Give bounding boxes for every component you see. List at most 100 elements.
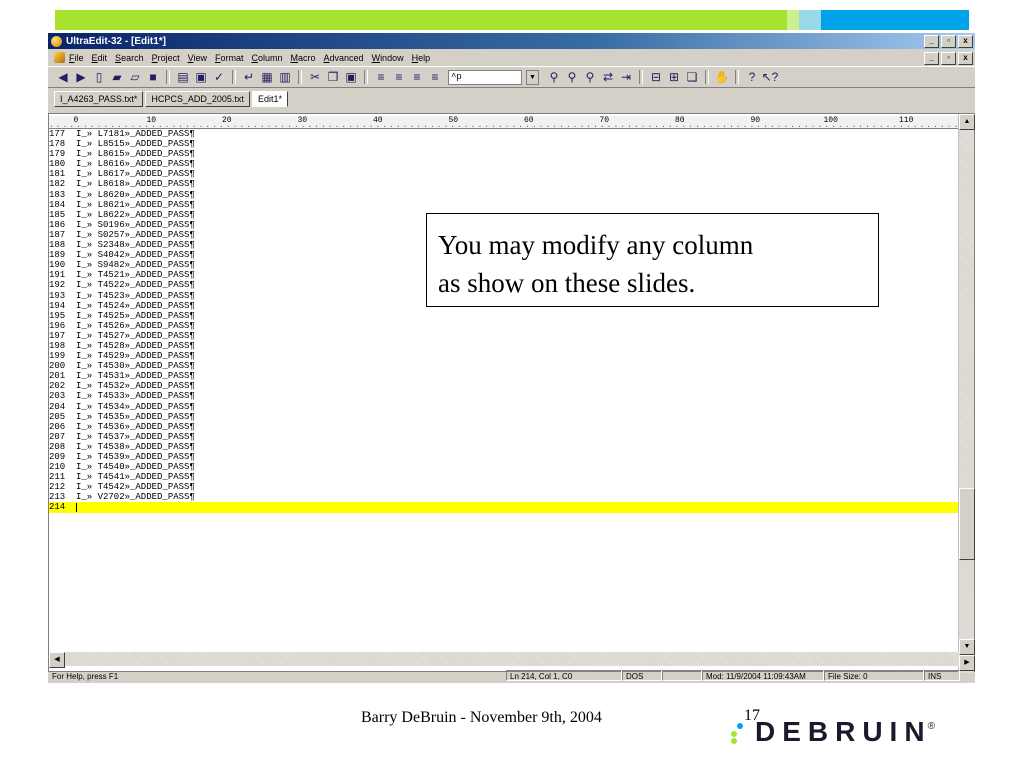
title-bar[interactable]: UltraEdit-32 - [Edit1*] _ ▫ x — [48, 33, 975, 49]
spell-check-icon[interactable]: ✓ — [210, 69, 228, 85]
editor-line[interactable]: 202 I_» T4532»_ADDED_PASS¶ — [49, 381, 959, 391]
minimize-button[interactable]: _ — [924, 35, 939, 48]
editor-line[interactable]: 198 I_» T4528»_ADDED_PASS¶ — [49, 341, 959, 351]
scroll-down-button[interactable]: ▼ — [959, 639, 975, 655]
editor-line[interactable]: 195 I_» T4525»_ADDED_PASS¶ — [49, 311, 959, 321]
vertical-scrollbar[interactable]: ▲ ▼ ▶ — [958, 114, 975, 673]
find-prev-icon[interactable]: ⚲ — [581, 69, 599, 85]
menu-help[interactable]: Help — [412, 53, 431, 63]
horizontal-scrollbar[interactable]: ◀ — [49, 652, 959, 668]
editor-line[interactable]: 213 I_» V2702»_ADDED_PASS¶ — [49, 492, 959, 502]
justify-icon[interactable]: ≡ — [426, 69, 444, 85]
line-number: 202 — [49, 381, 66, 392]
editor-line[interactable]: 180 I_» L8616»_ADDED_PASS¶ — [49, 159, 959, 169]
forward-icon[interactable]: ▶ — [72, 69, 90, 85]
tab-edit1[interactable]: Edit1* — [251, 91, 288, 107]
line-number: 212 — [49, 482, 66, 493]
editor-line[interactable]: 183 I_» L8620»_ADDED_PASS¶ — [49, 190, 959, 200]
editor-line[interactable]: 210 I_» T4540»_ADDED_PASS¶ — [49, 462, 959, 472]
paste-icon[interactable]: ▣ — [342, 69, 360, 85]
align-right-icon[interactable]: ≡ — [408, 69, 426, 85]
scroll-up-button[interactable]: ▲ — [959, 114, 975, 130]
editor-pane[interactable]: 0102030405060708090100110120............… — [48, 113, 975, 673]
find-next-icon[interactable]: ⚲ — [563, 69, 581, 85]
align-center-icon[interactable]: ≡ — [390, 69, 408, 85]
line-number: 183 — [49, 189, 66, 200]
doc-restore-button[interactable]: ▫ — [941, 52, 956, 65]
split-horizontal-icon[interactable]: ⊟ — [647, 69, 665, 85]
goto-icon[interactable]: ⇥ — [617, 69, 635, 85]
editor-line[interactable]: 184 I_» L8621»_ADDED_PASS¶ — [49, 200, 959, 210]
hex-edit-icon[interactable]: ▦ — [258, 69, 276, 85]
help-icon[interactable]: ? — [743, 69, 761, 85]
editor-line[interactable]: 201 I_» T4531»_ADDED_PASS¶ — [49, 371, 959, 381]
editor-lines[interactable]: 177 I_» L7181»_ADDED_PASS¶ 178 I_» L8515»_A… — [49, 129, 959, 513]
editor-line[interactable]: 182 I_» L8618»_ADDED_PASS¶ — [49, 179, 959, 189]
editor-line[interactable]: 209 I_» T4539»_ADDED_PASS¶ — [49, 452, 959, 462]
chevron-down-icon[interactable]: ▼ — [526, 69, 539, 85]
maximize-button[interactable]: ▫ — [941, 35, 956, 48]
document-icon[interactable] — [54, 52, 65, 63]
close-button[interactable]: x — [958, 35, 973, 48]
scroll-thumb[interactable] — [959, 488, 975, 560]
editor-line[interactable]: 179 I_» L8615»_ADDED_PASS¶ — [49, 149, 959, 159]
scroll-left-button[interactable]: ◀ — [49, 652, 65, 668]
open-folder-icon[interactable]: ▰ — [108, 69, 126, 85]
editor-line[interactable]: 181 I_» L8617»_ADDED_PASS¶ — [49, 169, 959, 179]
cascade-icon[interactable]: ❏ — [683, 69, 701, 85]
word-wrap-icon[interactable]: ↵ — [240, 69, 258, 85]
copy-icon[interactable]: ❐ — [324, 69, 342, 85]
context-help-icon[interactable]: ↖? — [761, 69, 779, 85]
line-text: I_» T4540»_ADDED_PASS¶ — [76, 462, 195, 473]
editor-line[interactable]: 196 I_» T4526»_ADDED_PASS¶ — [49, 321, 959, 331]
editor-line[interactable]: 197 I_» T4527»_ADDED_PASS¶ — [49, 331, 959, 341]
editor-line[interactable]: 206 I_» T4536»_ADDED_PASS¶ — [49, 422, 959, 432]
menu-column[interactable]: Column — [251, 53, 282, 63]
editor-line[interactable]: 214 — [49, 502, 959, 513]
editor-line[interactable]: 208 I_» T4538»_ADDED_PASS¶ — [49, 442, 959, 452]
find-icon[interactable]: ⚲ — [545, 69, 563, 85]
menu-search[interactable]: Search — [115, 53, 144, 63]
editor-line[interactable]: 200 I_» T4530»_ADDED_PASS¶ — [49, 361, 959, 371]
tag-list-icon[interactable]: ✋ — [713, 69, 731, 85]
menu-project[interactable]: Project — [152, 53, 180, 63]
align-left-icon[interactable]: ≡ — [372, 69, 390, 85]
search-combo-input[interactable]: ^p — [448, 69, 522, 85]
doc-close-button[interactable]: x — [958, 52, 973, 65]
editor-line[interactable]: 199 I_» T4529»_ADDED_PASS¶ — [49, 351, 959, 361]
slide-footer-text: Barry DeBruin - November 9th, 2004 — [361, 709, 602, 726]
menu-view[interactable]: View — [188, 53, 207, 63]
open-icon[interactable]: ▱ — [126, 69, 144, 85]
line-text: I_» T4528»_ADDED_PASS¶ — [76, 340, 195, 351]
column-mode-icon[interactable]: ▥ — [276, 69, 294, 85]
editor-line[interactable]: 204 I_» T4534»_ADDED_PASS¶ — [49, 402, 959, 412]
tab-hcpcs-add-2005[interactable]: HCPCS_ADD_2005.txt — [145, 91, 250, 107]
editor-line[interactable]: 178 I_» L8515»_ADDED_PASS¶ — [49, 139, 959, 149]
line-number: 192 — [49, 280, 66, 291]
editor-line[interactable]: 205 I_» T4535»_ADDED_PASS¶ — [49, 412, 959, 422]
print-preview-icon[interactable]: ▣ — [192, 69, 210, 85]
editor-line[interactable]: 211 I_» T4541»_ADDED_PASS¶ — [49, 472, 959, 482]
editor-line[interactable]: 212 I_» T4542»_ADDED_PASS¶ — [49, 482, 959, 492]
replace-icon[interactable]: ⇄ — [599, 69, 617, 85]
line-text: I_» T4534»_ADDED_PASS¶ — [76, 401, 195, 412]
menu-advanced[interactable]: Advanced — [324, 53, 364, 63]
doc-minimize-button[interactable]: _ — [924, 52, 939, 65]
editor-line[interactable]: 177 I_» L7181»_ADDED_PASS¶ — [49, 129, 959, 139]
menu-edit[interactable]: Edit — [92, 53, 108, 63]
menu-file[interactable]: File — [69, 53, 84, 63]
menu-format[interactable]: Format — [215, 53, 244, 63]
logo-dot — [731, 738, 737, 744]
new-file-icon[interactable]: ▯ — [90, 69, 108, 85]
save-icon[interactable]: ■ — [144, 69, 162, 85]
tab-i-a4263-pass[interactable]: I_A4263_PASS.txt* — [54, 91, 144, 107]
print-icon[interactable]: ▤ — [174, 69, 192, 85]
back-icon[interactable]: ◀ — [54, 69, 72, 85]
editor-line[interactable]: 203 I_» T4533»_ADDED_PASS¶ — [49, 391, 959, 401]
menu-macro[interactable]: Macro — [291, 53, 316, 63]
line-text: I_» L8515»_ADDED_PASS¶ — [76, 139, 195, 150]
split-vertical-icon[interactable]: ⊞ — [665, 69, 683, 85]
editor-line[interactable]: 207 I_» T4537»_ADDED_PASS¶ — [49, 432, 959, 442]
menu-window[interactable]: Window — [372, 53, 404, 63]
cut-icon[interactable]: ✂ — [306, 69, 324, 85]
